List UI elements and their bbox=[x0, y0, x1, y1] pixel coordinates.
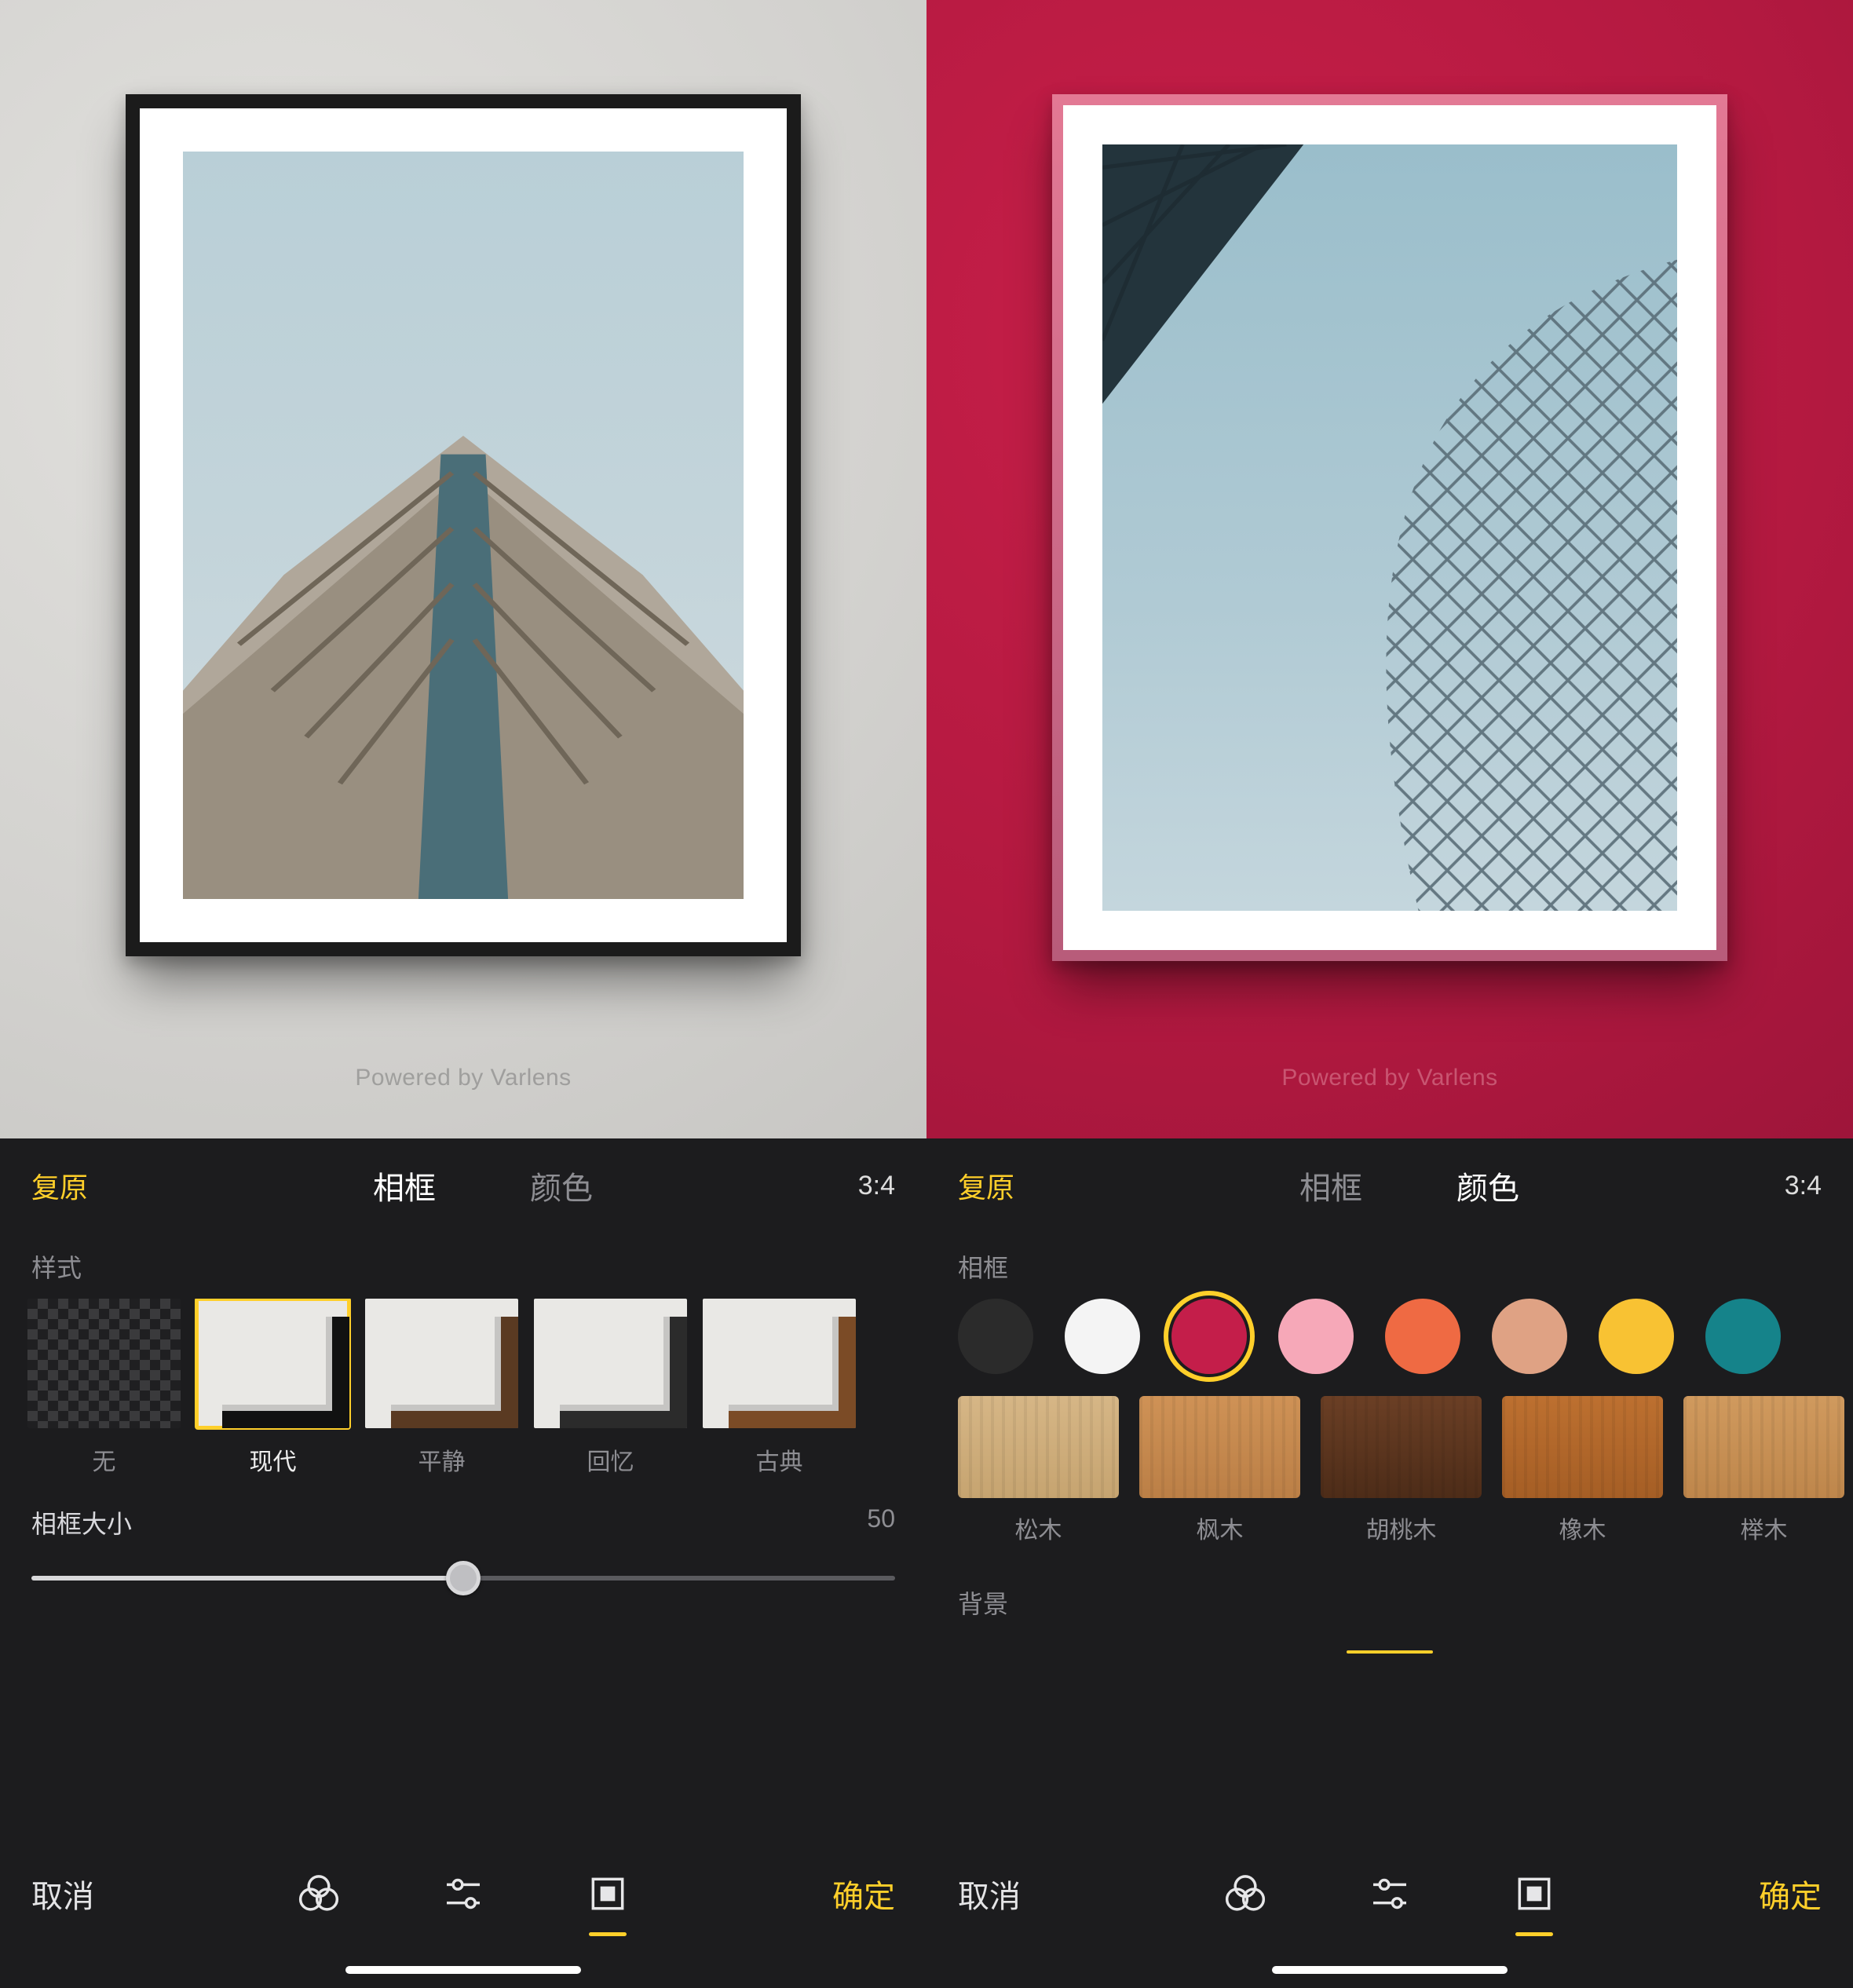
watermark-text: Powered by Varlens bbox=[926, 1065, 1853, 1091]
frame-size-row: 相框大小 50 bbox=[0, 1477, 926, 1602]
style-classic[interactable]: 古典 bbox=[703, 1299, 856, 1477]
frame-icon[interactable] bbox=[583, 1869, 633, 1919]
frame-mat bbox=[1063, 105, 1716, 950]
framed-photo-2 bbox=[1102, 144, 1677, 911]
tab-color[interactable]: 颜色 bbox=[530, 1163, 593, 1208]
wood-maple[interactable]: 枫木 bbox=[1139, 1396, 1300, 1545]
filters-icon[interactable] bbox=[1220, 1869, 1270, 1919]
style-label: 现代 bbox=[250, 1442, 297, 1477]
wood-label: 胡桃木 bbox=[1366, 1511, 1437, 1545]
aspect-ratio[interactable]: 3:4 bbox=[1759, 1171, 1822, 1201]
style-calm[interactable]: 平静 bbox=[365, 1299, 518, 1477]
adjust-icon[interactable] bbox=[438, 1869, 488, 1919]
style-label: 回忆 bbox=[587, 1442, 634, 1477]
reset-button[interactable]: 复原 bbox=[958, 1165, 1060, 1206]
background-section-label: 背景 bbox=[926, 1569, 1853, 1635]
confirm-button[interactable]: 确定 bbox=[777, 1871, 895, 1917]
framed-photo-1 bbox=[183, 152, 744, 899]
cancel-button[interactable]: 取消 bbox=[31, 1871, 149, 1917]
tab-row: 复原 相框 颜色 3:4 bbox=[0, 1138, 926, 1233]
style-label: 平静 bbox=[418, 1442, 466, 1477]
preview-area-left[interactable]: Powered by Varlens bbox=[0, 0, 926, 1138]
swatch-white[interactable] bbox=[1065, 1299, 1140, 1374]
home-indicator[interactable] bbox=[345, 1966, 581, 1974]
style-label: 古典 bbox=[756, 1442, 803, 1477]
wood-thumb bbox=[1683, 1396, 1844, 1498]
wood-thumb bbox=[958, 1396, 1119, 1498]
wood-beech[interactable]: 榉木 bbox=[1683, 1396, 1844, 1545]
home-indicator[interactable] bbox=[1272, 1966, 1508, 1974]
bottom-toolbar: 取消 确定 bbox=[0, 1831, 926, 1988]
preview-area-right[interactable]: Powered by Varlens bbox=[926, 0, 1853, 1138]
reset-button[interactable]: 复原 bbox=[31, 1165, 133, 1206]
control-panel-right: 复原 相框 颜色 3:4 相框 松木 枫木 胡桃木 橡木 榉木 背景 取消 bbox=[926, 1138, 1853, 1988]
pane-right: Powered by Varlens 复原 相框 颜色 3:4 相框 松木 枫木 胡… bbox=[926, 0, 1853, 1988]
wood-material-row: 松木 枫木 胡桃木 橡木 榉木 bbox=[926, 1374, 1853, 1545]
tab-row: 复原 相框 颜色 3:4 bbox=[926, 1138, 1853, 1233]
swatch-tan[interactable] bbox=[1492, 1299, 1567, 1374]
wood-oak[interactable]: 橡木 bbox=[1502, 1396, 1663, 1545]
aspect-ratio[interactable]: 3:4 bbox=[832, 1171, 895, 1201]
filters-icon[interactable] bbox=[294, 1869, 344, 1919]
frame-size-slider[interactable] bbox=[31, 1562, 895, 1594]
wood-pine[interactable]: 松木 bbox=[958, 1396, 1119, 1545]
wood-label: 橡木 bbox=[1559, 1511, 1606, 1545]
tab-frame[interactable]: 相框 bbox=[1299, 1163, 1362, 1208]
adjust-icon[interactable] bbox=[1365, 1869, 1415, 1919]
swatch-orange[interactable] bbox=[1385, 1299, 1460, 1374]
control-panel-left: 复原 相框 颜色 3:4 样式 无 现代 平静 bbox=[0, 1138, 926, 1988]
slider-knob[interactable] bbox=[446, 1561, 481, 1595]
swatch-crimson[interactable] bbox=[1171, 1299, 1247, 1374]
size-value: 50 bbox=[867, 1504, 895, 1540]
confirm-button[interactable]: 确定 bbox=[1704, 1871, 1822, 1917]
photo-frame-pink bbox=[1052, 94, 1727, 961]
swatch-pink[interactable] bbox=[1278, 1299, 1354, 1374]
wood-label: 榉木 bbox=[1741, 1511, 1788, 1545]
frame-style-row: 无 现代 平静 回忆 古典 bbox=[0, 1299, 926, 1477]
style-thumb-modern bbox=[196, 1299, 349, 1428]
style-section-label: 样式 bbox=[0, 1233, 926, 1299]
frame-color-section-label: 相框 bbox=[926, 1233, 1853, 1299]
wood-label: 松木 bbox=[1015, 1511, 1062, 1545]
swatch-teal[interactable] bbox=[1705, 1299, 1781, 1374]
frame-mat bbox=[140, 108, 787, 942]
wood-label: 枫木 bbox=[1197, 1511, 1244, 1545]
cancel-button[interactable]: 取消 bbox=[958, 1871, 1076, 1917]
swatch-yellow[interactable] bbox=[1599, 1299, 1674, 1374]
style-thumb-none bbox=[27, 1299, 181, 1428]
bottom-toolbar: 取消 确定 bbox=[926, 1831, 1853, 1988]
style-label: 无 bbox=[93, 1442, 116, 1477]
style-thumb-classic bbox=[703, 1299, 856, 1428]
tab-color[interactable]: 颜色 bbox=[1456, 1163, 1519, 1208]
photo-frame-black bbox=[126, 94, 801, 956]
frame-color-swatches bbox=[926, 1299, 1853, 1374]
wood-thumb bbox=[1321, 1396, 1482, 1498]
style-thumb-memory bbox=[534, 1299, 687, 1428]
style-memory[interactable]: 回忆 bbox=[534, 1299, 687, 1477]
style-modern[interactable]: 现代 bbox=[196, 1299, 349, 1477]
swatch-black[interactable] bbox=[958, 1299, 1033, 1374]
frame-icon[interactable] bbox=[1509, 1869, 1559, 1919]
tab-frame[interactable]: 相框 bbox=[373, 1163, 436, 1208]
section-underline bbox=[1347, 1650, 1433, 1654]
watermark-text: Powered by Varlens bbox=[0, 1065, 926, 1091]
style-none[interactable]: 无 bbox=[27, 1299, 181, 1477]
wood-thumb bbox=[1502, 1396, 1663, 1498]
wood-thumb bbox=[1139, 1396, 1300, 1498]
pane-left: Powered by Varlens 复原 相框 颜色 3:4 样式 无 现 bbox=[0, 0, 926, 1988]
wood-walnut[interactable]: 胡桃木 bbox=[1321, 1396, 1482, 1545]
size-label: 相框大小 bbox=[31, 1504, 132, 1540]
style-thumb-calm bbox=[365, 1299, 518, 1428]
